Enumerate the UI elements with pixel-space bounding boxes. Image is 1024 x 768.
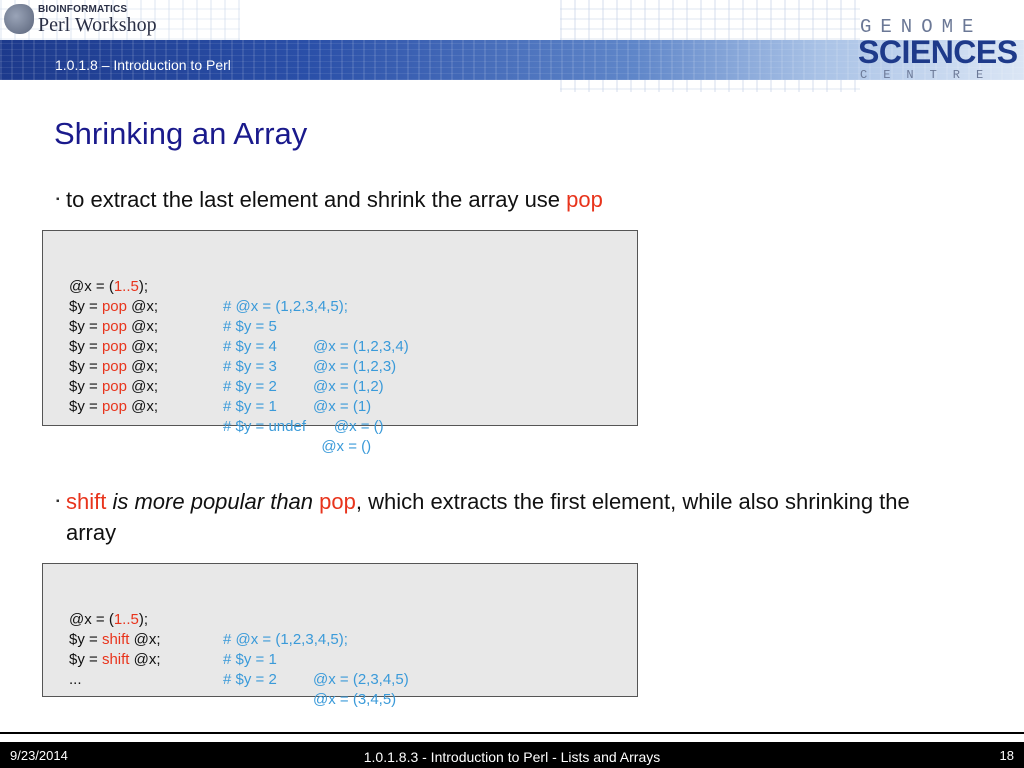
keyword-shift: shift [66,489,107,514]
code-line: ... [69,671,82,688]
footer-title: 1.0.1.8.3 - Introduction to Perl - Lists… [363,749,661,765]
keyword-pop: pop [319,489,356,514]
code-line: $y = pop @x; # $y = 1 @x = () [69,378,384,435]
code-comment: @x = (1,2) [313,378,384,395]
bullet-shift: ▪ shift is more popular than pop, which … [56,486,946,548]
logo-line2: Perl Workshop [38,14,157,36]
code-comment: @x = (1,2,3) [313,358,397,375]
code-comment: @x = (3,4,5) [313,691,397,708]
bullet-icon: ▪ [56,194,60,205]
code-comment: # $y = undef [223,418,306,435]
code-line: @x = (1..5); # @x = (1,2,3,4,5); [69,611,348,648]
code-line: $y = shift @x; # $y = 2 @x = (3,4,5) [69,651,397,708]
bullet-italic-text: is more popular than [106,489,320,514]
keyword-pop: pop [566,187,603,212]
genome-sciences-logo: GENOME SCIENCES CENTRE [858,16,1018,86]
code-line: $y = pop @x; # $y = 4 @x = (1,2,3) [69,318,397,375]
brand-bot: CENTRE [860,68,1000,82]
code-comment: @x = () [313,438,372,455]
code-block-shift: @x = (1..5); # @x = (1,2,3,4,5); $y = sh… [42,563,638,708]
code-comment: # @x = (1,2,3,4,5); [223,298,348,315]
code-comment: # $y = 2 [223,378,277,395]
code-comment: # $y = 3 [223,358,277,375]
code-comment: # $y = 4 [223,338,277,355]
code-line: $y = pop @x; # $y = 2 @x = (1) [69,358,372,415]
brand-mid: SCIENCES [858,34,1018,70]
page-number: 18 [999,748,1014,763]
header-subtitle: 1.0.1.8 – Introduction to Perl [55,57,231,73]
code-line: $y = pop @x; # $y = 3 @x = (1,2) [69,338,384,395]
slide-header: BIOINFORMATICS Perl Workshop 1.0.1.8 – I… [0,0,1024,92]
code-comment: # $y = 1 [223,398,277,415]
footer-divider [0,732,1024,734]
code-comment: # @x = (1,2,3,4,5); [223,631,348,648]
code-line: $y = pop @x; # $y = undef @x = () [69,398,372,455]
bullet-icon: ▪ [56,496,60,507]
code-line: $y = pop @x; # $y = 5 @x = (1,2,3,4) [69,298,409,355]
bullet-text: to extract the last element and shrink t… [66,187,567,212]
code-comment: @x = (2,3,4,5) [313,671,409,688]
code-comment: @x = (1) [313,398,372,415]
camel-logo-icon [4,4,34,34]
code-line: @x = (1..5); # @x = (1,2,3,4,5); [69,278,348,315]
code-block-pop: @x = (1..5); # @x = (1,2,3,4,5); $y = po… [42,230,638,455]
workshop-logo: BIOINFORMATICS Perl Workshop [4,2,174,38]
slide-footer: 9/23/2014 1.0.1.8.3 - Introduction to Pe… [0,742,1024,768]
code-comment: # $y = 1 [223,651,277,668]
code-line: $y = shift @x; # $y = 1 @x = (2,3,4,5) [69,631,409,688]
bullet-pop: ▪ to extract the last element and shrink… [56,184,966,215]
slide-title: Shrinking an Array [54,116,308,151]
code-comment: @x = () [313,418,384,435]
code-comment: # $y = 5 [223,318,277,335]
code-comment: # $y = 2 [223,671,277,688]
code-comment: @x = (1,2,3,4) [313,338,409,355]
